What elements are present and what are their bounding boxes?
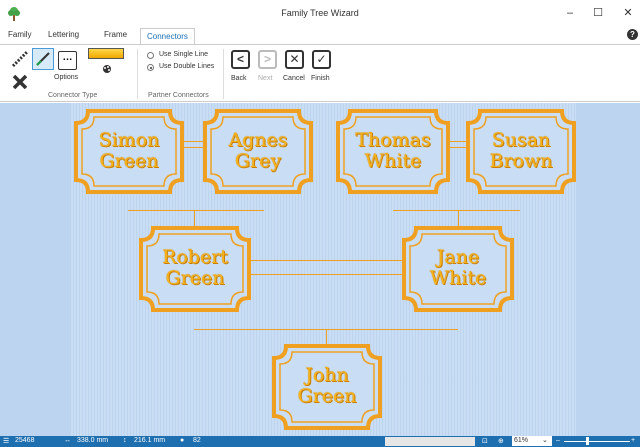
tab-connectors[interactable]: Connectors	[140, 28, 195, 45]
design-width: 338.0 mm	[77, 437, 109, 444]
group-separator	[137, 49, 138, 99]
person-last-name: White	[429, 267, 487, 289]
connectors-ribbon: … Options Connector Type Use Single Line…	[0, 44, 640, 102]
stitch-count-icon: ☰	[3, 438, 10, 445]
person-last-name: White	[364, 149, 422, 172]
dotted-connector-icon[interactable]	[10, 49, 30, 69]
thread-color-swatch[interactable]	[88, 48, 124, 59]
person-first-name: Thomas	[355, 128, 431, 151]
connector-type-group-label: Connector Type	[48, 92, 98, 99]
color-count: 82	[193, 437, 201, 444]
cancel-icon[interactable]: ✕	[285, 50, 304, 69]
person-frame-simon-green[interactable]: Simon Green	[74, 109, 184, 194]
person-last-name: Grey	[234, 149, 282, 172]
family-tree-wizard-window: Family Tree Wizard – ☐ ✕ Family Letterin…	[0, 0, 640, 447]
close-button[interactable]: ✕	[618, 4, 638, 22]
partner-connector	[250, 260, 402, 261]
minimize-button[interactable]: –	[560, 4, 580, 22]
zoom-select[interactable]: 61% ⌄	[512, 436, 552, 446]
double-lines-label: Use Double Lines	[159, 63, 215, 70]
next-icon: >	[258, 50, 277, 69]
person-first-name: Susan	[491, 128, 551, 151]
cancel-button[interactable]: Cancel	[283, 75, 305, 82]
person-first-name: John	[305, 364, 349, 386]
zoom-in-icon[interactable]: ⊕	[498, 437, 504, 445]
maximize-button[interactable]: ☐	[588, 4, 608, 22]
person-frame-thomas-white[interactable]: Thomas White	[336, 109, 450, 194]
finish-icon[interactable]: ✓	[312, 50, 331, 69]
person-first-name: Simon	[98, 128, 160, 151]
status-bar: ☰ 25468 ↔ 338.0 mm ↕ 216.1 mm ● 82 ⊡ ⊕ 6…	[0, 436, 640, 447]
zoom-out-icon[interactable]: –	[556, 437, 560, 444]
person-frame-susan-brown[interactable]: Susan Brown	[466, 109, 576, 194]
line-connector-icon	[36, 52, 50, 66]
back-button[interactable]: Back	[231, 75, 247, 82]
tab-frame[interactable]: Frame	[104, 30, 127, 39]
status-field	[385, 437, 475, 446]
window-title: Family Tree Wizard	[281, 8, 359, 18]
options-button[interactable]: Options	[54, 74, 78, 81]
options-dots-icon[interactable]: …	[58, 51, 77, 70]
help-icon[interactable]: ?	[627, 29, 638, 40]
person-frame-john-green[interactable]: John Green	[272, 344, 382, 430]
double-lines-radio[interactable]	[147, 64, 154, 71]
person-last-name: Brown	[489, 149, 553, 172]
line-connector-button[interactable]	[32, 48, 54, 70]
ribbon-tabs: Family Lettering Frame Connectors ?	[0, 28, 640, 45]
stitch-count: 25468	[15, 437, 35, 444]
zoom-value: 61%	[514, 437, 529, 444]
person-frame-jane-white[interactable]: Jane White	[402, 226, 514, 312]
tab-family[interactable]: Family	[8, 30, 32, 39]
person-frame-robert-green[interactable]: Robert Green	[139, 226, 251, 312]
group-separator	[223, 49, 224, 99]
zoom-slider-track[interactable]	[564, 441, 630, 442]
person-first-name: Jane	[436, 246, 480, 268]
child-connector	[128, 210, 264, 211]
child-connector	[393, 210, 520, 211]
person-last-name: Green	[297, 385, 357, 407]
tab-lettering[interactable]: Lettering	[48, 30, 79, 39]
back-icon[interactable]: <	[231, 50, 250, 69]
zoom-slider-thumb[interactable]	[586, 437, 589, 445]
partner-connector	[250, 274, 402, 275]
design-canvas[interactable]: Simon Green Agnes Grey Thomas White Susan Br…	[0, 103, 640, 436]
title-bar: Family Tree Wizard – ☐ ✕	[0, 0, 640, 28]
single-line-label: Use Single Line	[159, 51, 209, 58]
colors-icon: ●	[180, 437, 185, 444]
person-last-name: Green	[165, 267, 225, 289]
person-first-name: Robert	[162, 246, 228, 268]
design-height: 216.1 mm	[134, 437, 166, 444]
person-frame-agnes-grey[interactable]: Agnes Grey	[203, 109, 313, 194]
palette-icon[interactable]	[102, 64, 112, 74]
no-connector-icon[interactable]	[10, 72, 30, 92]
partner-connectors-group-label: Partner Connectors	[148, 92, 209, 99]
person-last-name: Green	[99, 149, 159, 172]
single-line-radio[interactable]	[147, 52, 154, 59]
width-icon: ↔	[64, 437, 71, 444]
height-icon: ↕	[123, 437, 127, 444]
zoom-plus-icon[interactable]: +	[631, 437, 635, 444]
finish-button[interactable]: Finish	[311, 75, 330, 82]
chevron-down-icon: ⌄	[542, 437, 548, 444]
next-button: Next	[258, 75, 273, 82]
zoom-to-fit-icon[interactable]: ⊡	[482, 437, 488, 445]
person-first-name: Agnes	[228, 128, 288, 151]
